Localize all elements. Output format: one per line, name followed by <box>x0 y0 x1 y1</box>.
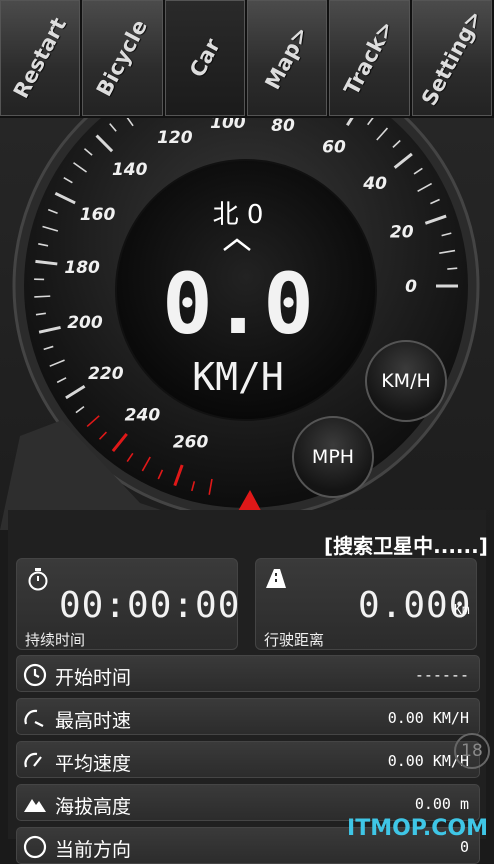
start-time-row: 开始时间 ------ <box>16 655 480 692</box>
gauge-tick-label: 0 <box>405 277 417 297</box>
speedometer-gauge: 020406080100120140160180200220240260 gps… <box>0 118 494 530</box>
watermark-text: ITMOP.COM <box>347 816 488 841</box>
duration-card: 00:00:00 持续时间 <box>16 558 238 650</box>
gauge-tick-label: 60 <box>322 137 346 157</box>
distance-label: 行驶距离 <box>264 629 324 650</box>
speed-unit: KM/H <box>192 355 284 399</box>
road-icon <box>264 567 288 589</box>
gauge-tick-label: 260 <box>173 432 209 452</box>
stopwatch-icon <box>27 567 49 591</box>
gauge-tick-label: 120 <box>157 128 193 148</box>
mountain-icon <box>23 792 47 816</box>
gauge-tick-label: 140 <box>112 160 148 180</box>
tab-setting[interactable]: Setting> <box>412 0 492 116</box>
notification-badge[interactable]: 18 <box>454 733 490 769</box>
tab-map-label: Map> <box>261 22 314 93</box>
gauge-tick-label: 80 <box>271 118 295 136</box>
speed-readout: 0.0 <box>162 255 314 353</box>
max-speed-label: 最高时速 <box>55 706 131 733</box>
max-speed-value: 0.00 KM/H <box>388 709 469 727</box>
distance-card: 0.000 Km 行驶距离 <box>255 558 477 650</box>
speed-gauge-icon <box>23 706 47 730</box>
tab-map[interactable]: Map> <box>247 0 327 116</box>
tab-restart-label: Restart <box>9 14 71 103</box>
gauge-tick-label: 160 <box>80 205 116 225</box>
distance-unit: Km <box>454 603 470 618</box>
gauge-tick <box>447 268 457 269</box>
gauge-tick-label: 20 <box>390 223 414 243</box>
gauge-tick-label: 200 <box>67 313 103 333</box>
kmh-button-label: KM/H <box>381 370 431 392</box>
tab-car[interactable]: Car <box>165 0 245 116</box>
tab-bicycle[interactable]: Bicycle <box>82 0 162 116</box>
avg-speed-row: 平均速度 0.00 KM/H <box>16 741 480 778</box>
gauge-tick-label: 100 <box>210 118 246 133</box>
duration-value: 00:00:00 <box>59 585 240 626</box>
start-time-value: ------ <box>415 666 469 684</box>
duration-label: 持续时间 <box>25 629 85 650</box>
mph-button-label: MPH <box>312 446 354 468</box>
tab-restart[interactable]: Restart <box>0 0 80 116</box>
heading-text: 北 0 <box>213 200 264 230</box>
speed-gauge-icon <box>23 749 47 773</box>
kmh-button[interactable]: KM/H <box>365 340 447 422</box>
start-time-label: 开始时间 <box>55 663 131 690</box>
tab-car-label: Car <box>185 35 225 82</box>
gauge-tick-label: 180 <box>64 258 100 278</box>
gps-status-text: [搜索卫星中......] <box>324 530 488 559</box>
tab-bicycle-label: Bicycle <box>92 16 152 101</box>
tab-track[interactable]: Track> <box>329 0 409 116</box>
clock-icon <box>23 663 47 687</box>
gauge-tick-label: 220 <box>88 364 124 384</box>
avg-speed-label: 平均速度 <box>55 749 131 776</box>
altitude-label: 海拔高度 <box>55 792 131 819</box>
direction-label: 当前方向 <box>55 835 131 862</box>
tab-track-label: Track> <box>340 17 399 99</box>
tab-setting-label: Setting> <box>417 6 487 109</box>
gauge-tick-label: 240 <box>125 405 161 425</box>
gauge-tick <box>34 296 50 297</box>
top-tab-bar: Restart Bicycle Car Map> Track> Setting> <box>0 0 494 118</box>
altitude-value: 0.00 m <box>415 795 469 813</box>
max-speed-row: 最高时速 0.00 KM/H <box>16 698 480 735</box>
mph-button[interactable]: MPH <box>292 416 374 498</box>
gauge-tick-label: 40 <box>362 174 387 194</box>
